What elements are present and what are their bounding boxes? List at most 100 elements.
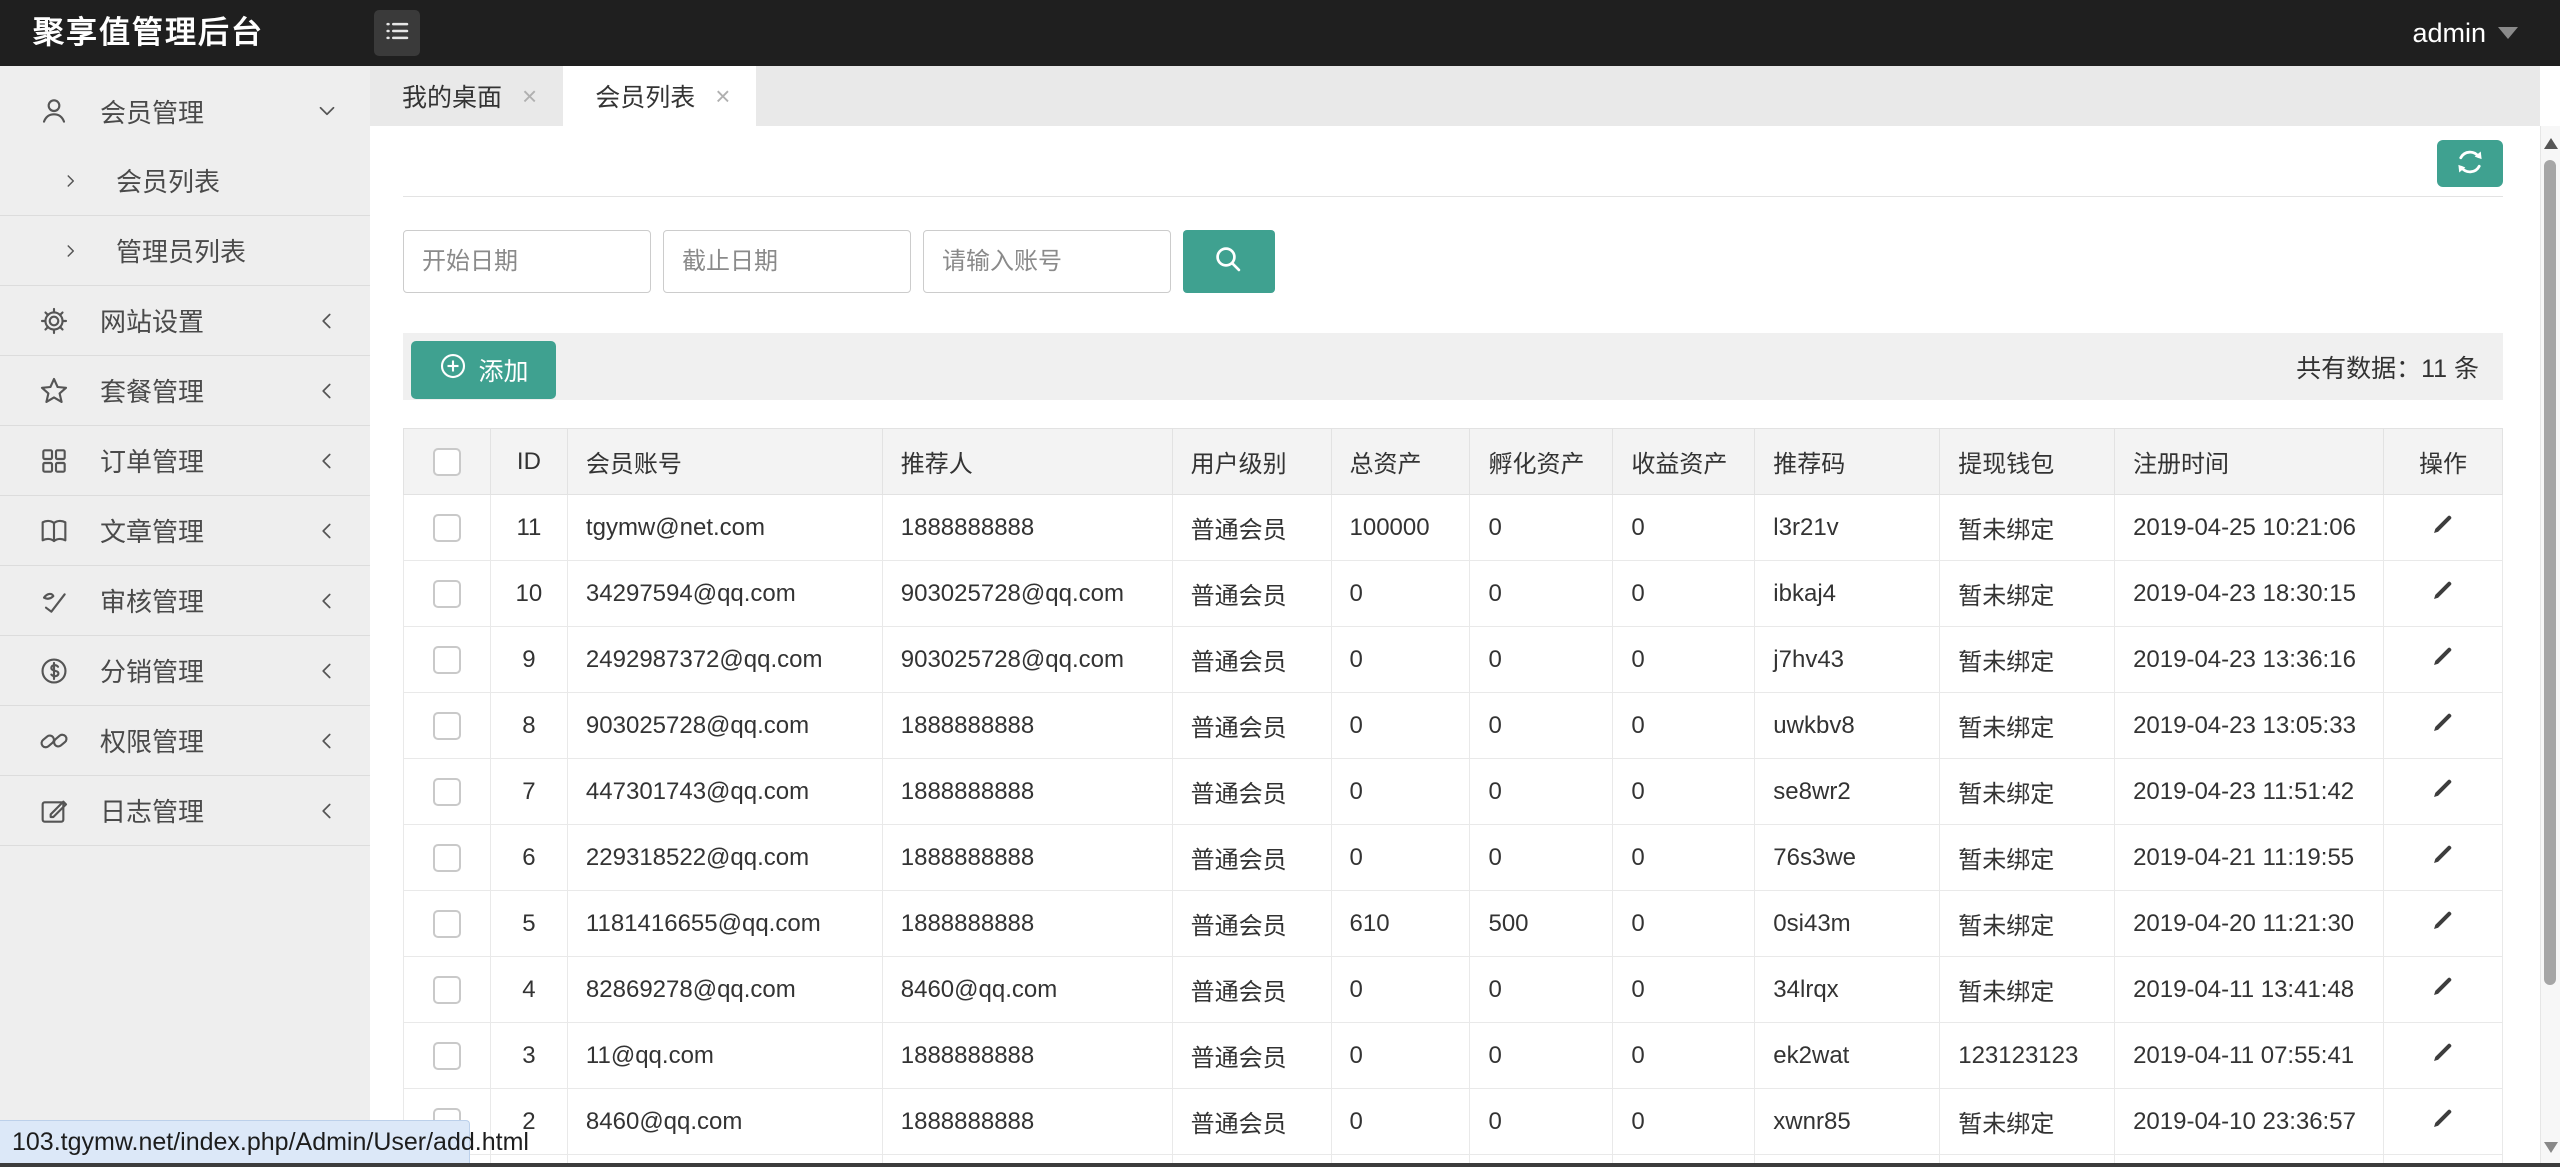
refresh-button[interactable] [2437,140,2503,187]
column-header-account: 会员账号 [566,428,883,495]
tab-bar: 我的桌面 × 会员列表 × [370,66,2540,126]
cell-account: 2492987372@qq.com [566,626,883,693]
row-checkbox[interactable] [432,513,461,542]
vertical-scrollbar[interactable] [2540,126,2560,1167]
column-header-ref_code: 推荐码 [1754,428,1941,495]
cell-income_assets: 0 [1612,1022,1756,1089]
table-row: 5 1181416655@qq.com 1888888888 普通会员 610 500 0 0… [403,890,2504,957]
column-header-id: ID [489,428,568,495]
sidebar-item-member-management[interactable]: 会员管理 [0,76,370,146]
sidebar-subitem-member-list[interactable]: 会员列表 [0,146,370,216]
sidebar-item-label: 权限管理 [100,727,205,757]
sidebar-item-site-settings[interactable]: 网站设置 [0,286,370,356]
user-menu[interactable]: admin [2412,0,2518,66]
panel-header [403,126,2503,197]
close-icon[interactable]: × [715,83,730,109]
sidebar-item-package-management[interactable]: 套餐管理 [0,356,370,426]
scroll-up-arrow-icon[interactable] [2543,138,2558,149]
cell-incubate_assets: 0 [1469,758,1614,825]
tab-member-list[interactable]: 会员列表 × [563,66,757,126]
sidebar-item-audit-management[interactable]: 审核管理 [0,566,370,636]
cell-ref_code: j7hv43 [1754,626,1941,693]
cell-total_assets: 0 [1330,758,1471,825]
pencil-icon [2429,775,2456,805]
cell-income_assets: 0 [1612,956,1756,1023]
edit-button[interactable] [2429,1105,2456,1135]
cell-ref_code: ibkaj4 [1754,560,1941,627]
chevron-down-icon [314,98,340,124]
close-icon[interactable]: × [522,83,537,109]
chevron-down-icon [2498,27,2518,39]
top-bar: 聚享值管理后台 admin [0,0,2560,66]
edit-button[interactable] [2429,907,2456,937]
sidebar-item-article-management[interactable]: 文章管理 [0,496,370,566]
cell-id: 6 [489,824,568,891]
cell-income_assets: 0 [1612,494,1756,561]
cell-total_assets: 0 [1330,956,1471,1023]
cell-referrer: 8460@qq.com [881,956,1173,1023]
cell-incubate_assets: 0 [1469,956,1614,1023]
cell-action [2382,494,2504,561]
account-search-input[interactable] [923,230,1171,293]
table-header-row: ID 会员账号 推荐人 用户级别 总资产 孵化资产 收益资产 推荐码 提现钱包 注册时间 操作 [403,428,2504,495]
sidebar-subitem-admin-list[interactable]: 管理员列表 [0,216,370,286]
tab-my-desktop[interactable]: 我的桌面 × [370,66,563,126]
search-button[interactable] [1183,230,1275,293]
cell-ref_code: xwnr85 [1754,1088,1941,1155]
cell-incubate_assets: 0 [1469,560,1614,627]
cell-id: 4 [489,956,568,1023]
edit-button[interactable] [2429,709,2456,739]
scroll-down-arrow-icon[interactable] [2543,1142,2558,1153]
scrollbar-thumb[interactable] [2544,160,2556,985]
app-title: 聚享值管理后台 [33,15,264,50]
cell-incubate_assets: 0 [1469,1022,1614,1089]
row-checkbox[interactable] [432,711,461,740]
pencil-icon [2429,907,2456,937]
sidebar-item-order-management[interactable]: 订单管理 [0,426,370,496]
cell-select [403,560,491,627]
cell-account: 903025728@qq.com [566,692,883,759]
row-checkbox[interactable] [432,975,461,1004]
edit-button[interactable] [2429,577,2456,607]
cell-ref_code: 76s3we [1754,824,1941,891]
row-checkbox[interactable] [432,1041,461,1070]
sidebar-item-label: 分销管理 [100,657,205,687]
pencil-icon [2429,1105,2456,1135]
cell-referrer: 1888888888 [881,890,1173,957]
cell-referrer: 1888888888 [881,758,1173,825]
row-checkbox[interactable] [432,777,461,806]
cell-level: 普通会员 [1171,1022,1332,1089]
start-date-input[interactable] [403,230,651,293]
table-row: 7 447301743@qq.com 1888888888 普通会员 0 0 0 se8wr2… [403,758,2504,825]
row-checkbox[interactable] [432,843,461,872]
select-all-checkbox[interactable] [432,447,461,476]
cell-level: 普通会员 [1171,560,1332,627]
edit-button[interactable] [2429,973,2456,1003]
cell-select [403,692,491,759]
cell-reg_time: 2019-04-25 10:21:06 [2114,494,2384,561]
cell-id: 7 [489,758,568,825]
sidebar-toggle-button[interactable] [374,10,420,56]
table-row: 11 tgymw@net.com 1888888888 普通会员 100000 0 0 l3r… [403,494,2504,561]
pencil-icon [2429,577,2456,607]
row-checkbox[interactable] [432,579,461,608]
row-checkbox[interactable] [432,909,461,938]
cell-action [2382,824,2504,891]
sidebar-item-log-management[interactable]: 日志管理 [0,776,370,846]
column-header-wallet: 提现钱包 [1939,428,2116,495]
chevron-right-icon [60,240,82,262]
add-button[interactable]: 添加 [411,340,556,399]
sidebar-item-permission-management[interactable]: 权限管理 [0,706,370,776]
cell-total_assets: 100000 [1330,494,1471,561]
cell-reg_time: 2019-04-23 13:05:33 [2114,692,2384,759]
edit-button[interactable] [2429,1039,2456,1069]
cell-incubate_assets: 0 [1469,1088,1614,1155]
end-date-input[interactable] [663,230,911,293]
row-checkbox[interactable] [432,645,461,674]
sidebar-item-distribution-management[interactable]: 分销管理 [0,636,370,706]
edit-button[interactable] [2429,841,2456,871]
edit-button[interactable] [2429,643,2456,673]
edit-button[interactable] [2429,775,2456,805]
content-panel: 添加 共有数据：11 条 ID会员账号推荐人用户级别总资产孵化资产收益资产推荐码… [370,126,2540,1167]
edit-button[interactable] [2429,511,2456,541]
